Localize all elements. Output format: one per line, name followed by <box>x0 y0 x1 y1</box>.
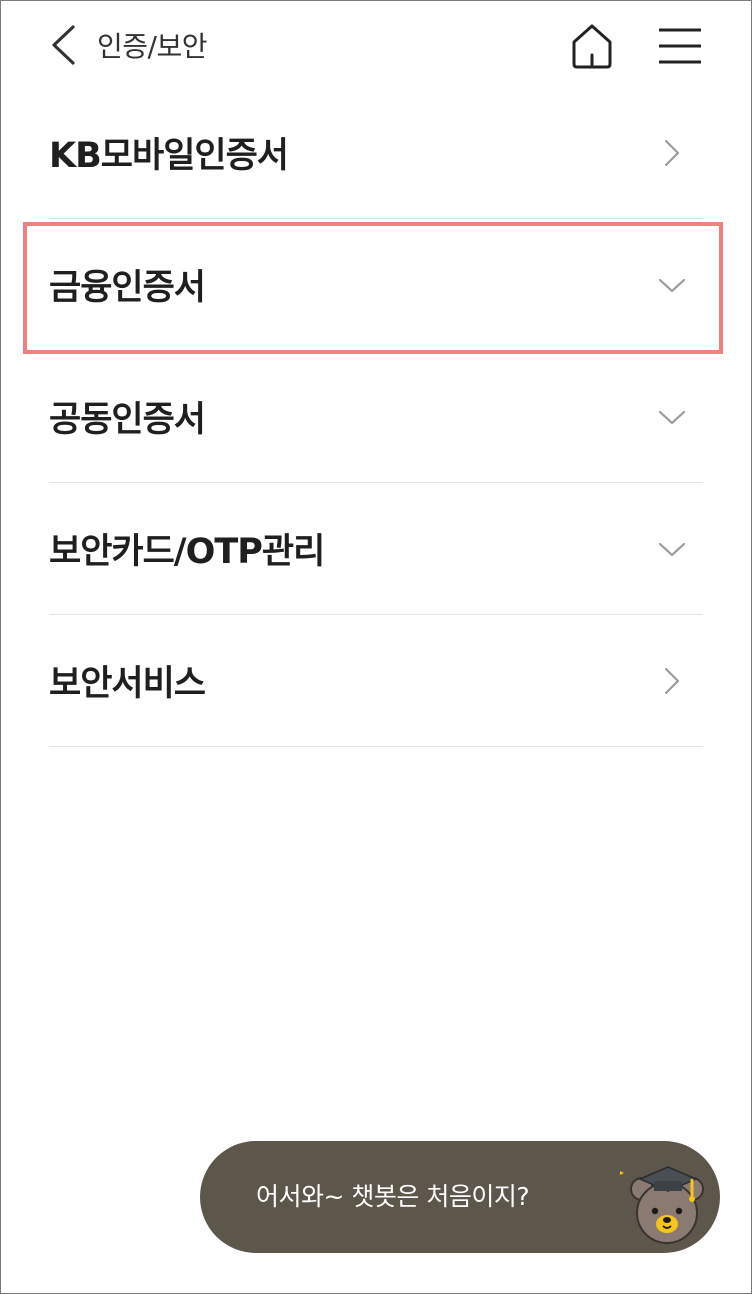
app-screen: 인증/보안 KB모바일인증서 금융인증서 공동인증서 보안카드/OTP관리 보안… <box>0 0 752 1294</box>
menu-item-label: KB모바일인증서 <box>49 136 289 176</box>
bear-mascot-icon <box>600 1151 714 1247</box>
hamburger-menu-button[interactable] <box>655 23 705 73</box>
chevron-right-icon <box>655 664 689 698</box>
menu-item-joint-certificate[interactable]: 공동인증서 <box>49 351 703 483</box>
menu-item-security-services[interactable]: 보안서비스 <box>49 615 703 747</box>
chevron-down-icon <box>655 532 689 566</box>
back-button[interactable] <box>41 25 85 69</box>
menu-item-label: 보안카드/OTP관리 <box>49 532 325 572</box>
chatbot-launcher-button[interactable]: 어서와~ 챗봇은 처음이지? <box>200 1141 720 1253</box>
menu-item-label: 공동인증서 <box>49 400 206 440</box>
menu-item-label: 보안서비스 <box>49 664 206 704</box>
chatbot-message: 어서와~ 챗봇은 처음이지? <box>256 1182 530 1211</box>
home-button[interactable] <box>567 23 617 73</box>
home-icon <box>569 22 615 74</box>
chevron-left-icon <box>49 24 77 70</box>
chevron-down-icon <box>655 268 689 302</box>
chevron-right-icon <box>655 136 689 170</box>
menu-item-label: 금융인증서 <box>49 268 206 308</box>
top-header: 인증/보안 <box>1 1 751 97</box>
menu-item-kb-mobile-certificate[interactable]: KB모바일인증서 <box>49 87 703 219</box>
hamburger-menu-icon <box>657 26 703 70</box>
auth-security-menu-list: KB모바일인증서 금융인증서 공동인증서 보안카드/OTP관리 보안서비스 <box>49 87 703 747</box>
menu-item-security-card-otp[interactable]: 보안카드/OTP관리 <box>49 483 703 615</box>
menu-item-financial-certificate[interactable]: 금융인증서 <box>49 219 703 351</box>
chevron-down-icon <box>655 400 689 434</box>
page-title: 인증/보안 <box>97 30 207 63</box>
